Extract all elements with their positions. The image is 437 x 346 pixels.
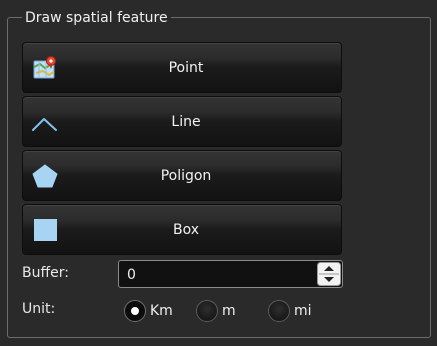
polygon-button-label: Poligon [160, 167, 212, 184]
box-button[interactable]: Box [22, 204, 342, 255]
unit-label: Unit: [22, 301, 56, 317]
draw-spatial-feature-panel: Draw spatial feature Point Line Poligon … [0, 0, 437, 346]
unit-radio-km[interactable]: Km [124, 298, 173, 324]
point-button[interactable]: Point [22, 42, 342, 93]
radio-dot [131, 307, 139, 315]
line-button-label: Line [171, 113, 201, 130]
buffer-label: Buffer: [22, 265, 69, 281]
unit-mi-label: mi [294, 303, 312, 319]
radio-circle-km[interactable] [124, 300, 146, 322]
point-button-label: Point [168, 59, 204, 76]
polygon-button[interactable]: Poligon [22, 150, 342, 201]
spin-arrows[interactable] [317, 262, 341, 286]
radio-circle-mi[interactable] [268, 300, 290, 322]
line-button[interactable]: Line [22, 96, 342, 147]
buffer-value[interactable]: 0 [127, 266, 136, 284]
unit-km-label: Km [150, 303, 173, 319]
buffer-spinbox[interactable]: 0 [118, 260, 343, 288]
unit-radio-mi[interactable]: mi [268, 298, 312, 324]
box-button-label: Box [172, 221, 200, 238]
group-title: Draw spatial feature [22, 9, 171, 27]
unit-radio-m[interactable]: m [196, 298, 236, 324]
unit-m-label: m [222, 303, 236, 319]
radio-circle-m[interactable] [196, 300, 218, 322]
